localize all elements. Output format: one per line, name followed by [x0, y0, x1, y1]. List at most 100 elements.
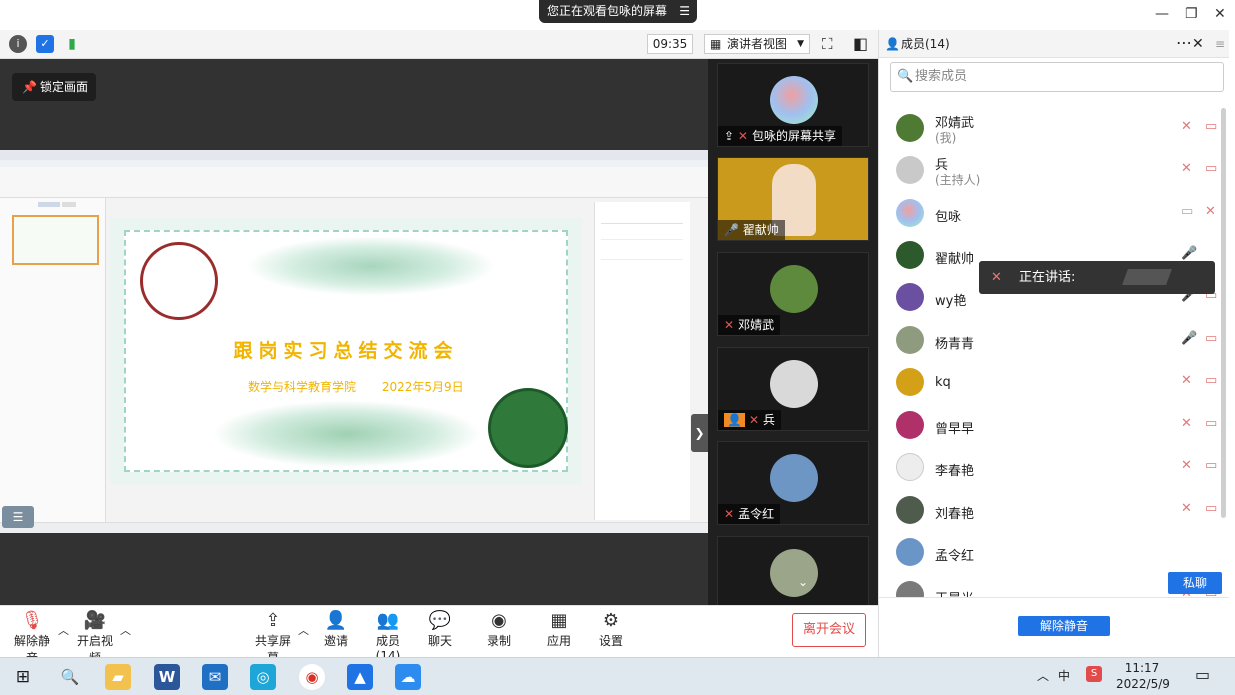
search-icon: 🔍	[897, 69, 914, 84]
mail-icon[interactable]: ✉	[202, 664, 228, 690]
minimize-icon[interactable]: —	[1155, 6, 1169, 22]
mic-off-icon[interactable]: ✕	[1181, 458, 1192, 473]
banner-text: 您正在观看包咏的屏幕	[547, 4, 668, 18]
avatar	[896, 283, 924, 311]
antivirus-icon[interactable]: S	[1086, 666, 1102, 682]
system-clock[interactable]: 11:17 2022/5/9	[1116, 660, 1170, 692]
file-explorer-icon[interactable]: ▰	[105, 664, 131, 690]
mic-icon[interactable]: 🎤	[1181, 246, 1197, 261]
mic-off-icon[interactable]: ✕	[1181, 161, 1192, 176]
video-tile[interactable]: ⇪ ✕ 包咏的屏幕共享	[717, 63, 869, 147]
fullscreen-icon[interactable]: ⛶	[822, 35, 833, 53]
search-icon[interactable]: 🔍	[57, 664, 83, 690]
meeting-timer: 09:35	[647, 34, 693, 54]
member-row[interactable]: 李春艳 ✕ ▭	[879, 447, 1224, 489]
members-button[interactable]: 👥 成员(14)	[366, 610, 410, 663]
mic-icon: 🎤	[724, 223, 743, 237]
maximize-icon[interactable]: ❐	[1185, 6, 1198, 22]
layout-icon[interactable]: ◧	[853, 34, 868, 53]
member-row[interactable]: 杨青青 🎤 ▭	[879, 320, 1224, 362]
apps-button[interactable]: ▦ 应用	[547, 610, 571, 649]
property-row	[601, 232, 683, 240]
video-off-icon[interactable]: ▭	[1205, 373, 1217, 388]
member-row[interactable]: kq ✕ ▭	[879, 362, 1224, 404]
chevron-up-icon[interactable]: ︿	[120, 622, 131, 638]
video-tile[interactable]: 🎤 翟献帅	[717, 157, 869, 241]
video-tile[interactable]: ✕ 邓婧武	[717, 252, 869, 336]
video-off-icon[interactable]: ▭	[1205, 161, 1217, 176]
shield-icon[interactable]: ✓	[36, 35, 54, 53]
mic-off-icon[interactable]: ✕	[1181, 416, 1192, 431]
chat-button[interactable]: 💬 聊天	[428, 610, 452, 649]
presenter-view-select[interactable]: ▦ 演讲者视图 ▼	[704, 34, 810, 54]
clock-time: 11:17	[1124, 661, 1160, 675]
avatar	[896, 368, 924, 396]
video-off-icon[interactable]: ▭	[1205, 331, 1217, 346]
mic-off-icon[interactable]: ✕	[1181, 373, 1192, 388]
chrome-icon[interactable]: ◉	[299, 664, 325, 690]
presentation-ribbon	[0, 150, 708, 198]
notification-icon[interactable]: ▭	[1195, 665, 1210, 684]
cloud-icon[interactable]: ☁	[395, 664, 421, 690]
speaking-label: 正在讲话:	[1019, 270, 1076, 285]
avatar	[896, 581, 924, 597]
mic-icon[interactable]: 🎤	[1181, 331, 1197, 346]
apps-icon: ▦	[550, 610, 568, 631]
video-off-icon[interactable]: ▭	[1205, 458, 1217, 473]
close-icon[interactable]: ✕	[1214, 6, 1226, 22]
info-icon[interactable]: i	[9, 35, 27, 53]
mic-off-icon[interactable]: ✕	[1181, 119, 1192, 134]
chevron-down-icon[interactable]: ⌄	[798, 575, 808, 589]
video-off-icon[interactable]: ▭	[1205, 119, 1217, 134]
outline-tab[interactable]	[38, 202, 60, 207]
invite-button[interactable]: 👤 邀请	[322, 610, 350, 649]
chevron-up-icon[interactable]: ︿	[1037, 667, 1049, 684]
video-off-icon[interactable]: ▭	[1205, 501, 1217, 516]
member-name: 王晨光	[935, 588, 974, 597]
chevron-right-icon[interactable]: ❯	[691, 414, 708, 452]
record-button[interactable]: ◉ 录制	[487, 610, 511, 649]
video-tile[interactable]: ✕ 孟令红	[717, 441, 869, 525]
scrollbar[interactable]	[1221, 108, 1226, 518]
search-input[interactable]: 🔍 搜索成员	[890, 62, 1224, 92]
video-name-tag: 🎤 翟献帅	[718, 220, 785, 240]
settings-button[interactable]: ⚙ 设置	[599, 610, 623, 649]
video-off-icon[interactable]: ▭	[1205, 416, 1217, 431]
video-name-tag: ✕ 孟令红	[718, 504, 781, 524]
word-icon[interactable]: W	[154, 664, 180, 690]
lock-screen-button[interactable]: 📌 锁定画面	[12, 73, 96, 101]
member-row[interactable]: 包咏 ▭ ✕	[879, 193, 1224, 235]
chevron-up-icon[interactable]: ︿	[58, 622, 69, 638]
menu-icon[interactable]: ☰	[679, 0, 690, 23]
private-chat-button[interactable]: 私聊	[1168, 572, 1222, 594]
avatar	[896, 453, 924, 481]
mic-off-icon[interactable]: ✕	[1205, 204, 1216, 219]
slides-tab[interactable]	[62, 202, 76, 207]
mic-off-icon: 🎙	[20, 610, 44, 631]
chat-app-icon[interactable]: ◎	[250, 664, 276, 690]
slide-thumbnail[interactable]	[12, 215, 99, 265]
member-row[interactable]: 刘春艳 ✕ ▭	[879, 490, 1224, 532]
member-row[interactable]: 邓婧武 (我) ✕ ▭	[879, 108, 1224, 150]
windows-start-icon[interactable]: ⊞	[10, 664, 36, 690]
member-name: 曾早早	[935, 422, 975, 437]
mic-off-icon[interactable]: ✕	[1181, 501, 1192, 516]
panel-menu-icon[interactable]: ≡	[1215, 30, 1225, 58]
member-row[interactable]: 兵 (主持人) ✕ ▭	[879, 150, 1224, 192]
video-tile[interactable]: 👤 ✕ 兵	[717, 347, 869, 431]
meeting-app-icon[interactable]: ▲	[347, 664, 373, 690]
member-row[interactable]: 曾早早 ✕ ▭	[879, 405, 1224, 447]
avatar	[896, 496, 924, 524]
chevron-up-icon[interactable]: ︿	[298, 622, 309, 638]
leave-meeting-button[interactable]: 离开会议	[792, 613, 866, 647]
taskbar: ⊞ 🔍 ▰ W ✉ ◎ ◉ ▲ ☁ ︿ 中 S 11:17 2022/5/9 ▭	[0, 657, 1235, 695]
slide-list-icon[interactable]: ☰	[2, 506, 34, 528]
more-icon[interactable]: ⋯	[1176, 29, 1192, 57]
signal-icon[interactable]: ▮	[63, 35, 81, 53]
meeting-toolbar: i ✓ ▮ 09:35 ▦ 演讲者视图 ▼ ⛶ ◧	[0, 30, 878, 59]
member-row[interactable]: 孟令红	[879, 532, 1224, 574]
unmute-button[interactable]: 解除静音	[1018, 616, 1110, 636]
video-name-tag: 👤 ✕ 兵	[718, 410, 782, 430]
close-icon[interactable]: ✕	[1192, 30, 1204, 58]
ime-indicator[interactable]: 中	[1058, 667, 1070, 684]
